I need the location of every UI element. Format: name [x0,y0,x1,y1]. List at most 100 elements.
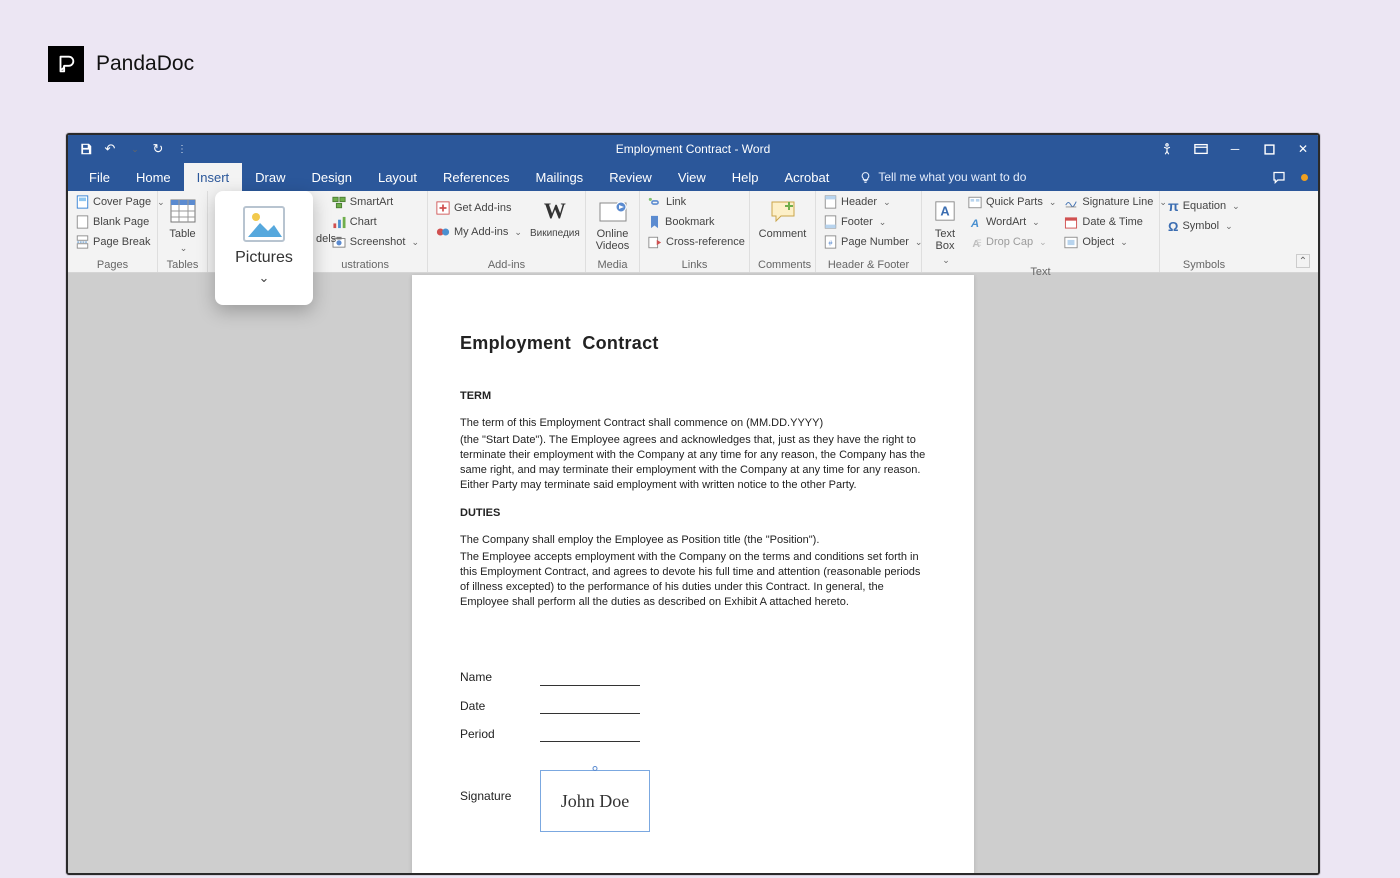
signature-value: John Doe [561,789,630,813]
equation-button[interactable]: π Equation [1168,197,1240,215]
term-line: The term of this Employment Contract sha… [460,416,926,431]
minimize-button[interactable]: ─ [1226,140,1244,158]
ribbon-group-headerfooter: Header Footer # Page Number Header & Foo… [816,191,922,272]
undo-menu-icon[interactable] [126,141,142,157]
ribbon-tabs: File Home Insert Draw Design Layout Refe… [68,163,1318,191]
bookmark-button[interactable]: Bookmark [648,213,745,231]
link-button[interactable]: Link [648,193,745,211]
tab-view[interactable]: View [665,163,719,191]
ribbon-group-links: Link Bookmark Cross-reference Links [640,191,750,272]
tab-file[interactable]: File [76,163,123,191]
lightbulb-icon [858,170,872,184]
ribbon-display-icon[interactable] [1192,140,1210,158]
pictures-dropdown[interactable]: Pictures ⌄ [215,191,313,305]
blank-page-button[interactable]: Blank Page [76,213,165,231]
tab-design[interactable]: Design [299,163,365,191]
selection-handle-icon[interactable] [593,766,598,771]
brand-name: PandaDoc [96,52,194,76]
wordart-button[interactable]: A WordArt [968,213,1056,231]
field-period-line[interactable] [540,728,640,742]
omega-icon: Ω [1168,219,1178,234]
save-icon[interactable] [78,141,94,157]
page-number-button[interactable]: # Page Number [824,233,922,251]
symbol-button[interactable]: Ω Symbol [1168,217,1240,235]
wikipedia-button[interactable]: W Википедия [530,193,580,239]
ribbon-group-tables: Table Tables [158,191,208,272]
table-icon [168,197,198,225]
ribbon-group-pages: Cover Page Blank Page Page Break Pages [68,191,158,272]
tab-mailings[interactable]: Mailings [523,163,597,191]
field-name-row: Name [460,669,926,685]
get-addins-button[interactable]: Get Add-ins [436,199,522,217]
tab-draw[interactable]: Draw [242,163,298,191]
ribbon-group-addins: Get Add-ins My Add-ins W Википедия Add-i… [428,191,586,272]
tab-help[interactable]: Help [719,163,772,191]
close-button[interactable]: ✕ [1294,140,1312,158]
tab-acrobat[interactable]: Acrobat [772,163,843,191]
table-button[interactable]: Table [168,193,198,254]
date-time-button[interactable]: Date & Time [1064,213,1167,231]
footer-button[interactable]: Footer [824,213,922,231]
svg-text:#: # [829,241,833,248]
notification-dot-icon[interactable] [1301,174,1308,181]
signature-line-button[interactable]: Signature Line [1064,193,1167,211]
video-icon [598,197,628,225]
collapse-ribbon-button[interactable]: ⌃ [1296,254,1310,268]
maximize-button[interactable] [1260,140,1278,158]
field-period-row: Period [460,726,926,742]
section-duties-heading: DUTIES [460,506,926,521]
svg-text:A: A [940,204,949,219]
signature-image-box[interactable]: John Doe [540,770,650,832]
field-date-row: Date [460,698,926,714]
field-date-label: Date [460,698,520,714]
smartart-button[interactable]: SmartArt [332,193,419,211]
picture-icon [242,205,286,243]
document-canvas[interactable]: Employment Contract TERM The term of thi… [68,273,1318,873]
field-signature-row: Signature John Doe [460,770,926,832]
ribbon-group-media: Online Videos Media [586,191,640,272]
window-title: Employment Contract - Word [616,142,771,156]
form-fields: Name Date Period Signature John Doe [460,669,926,832]
crossref-button[interactable]: Cross-reference [648,233,745,251]
object-button[interactable]: Object [1064,233,1167,251]
pictures-label: Pictures [235,249,293,267]
tab-insert[interactable]: Insert [184,163,243,191]
field-date-line[interactable] [540,700,640,714]
accessibility-icon[interactable] [1158,140,1176,158]
header-button[interactable]: Header [824,193,922,211]
undo-icon[interactable]: ↶ [102,141,118,157]
brand-logo: PandaDoc [48,46,194,82]
window-controls: ─ ✕ [1158,140,1312,158]
section-term-heading: TERM [460,389,926,404]
comment-button[interactable]: Comment [759,193,807,240]
comment-icon [768,197,798,225]
models-fragment: dels [316,233,336,245]
chart-button[interactable]: Chart [332,213,419,231]
ribbon-group-text: A Text Box Quick Parts A WordArt A [922,191,1160,272]
word-app-window: ↶ ↻ ⋮ Employment Contract - Word ─ ✕ Fil… [66,133,1320,875]
tab-layout[interactable]: Layout [365,163,430,191]
screenshot-button[interactable]: Screenshot [332,233,419,251]
field-name-label: Name [460,669,520,685]
comments-icon[interactable] [1271,170,1287,185]
tab-review[interactable]: Review [596,163,665,191]
tab-references[interactable]: References [430,163,522,191]
redo-icon[interactable]: ↻ [150,141,166,157]
tell-me-search[interactable]: Tell me what you want to do [858,170,1026,184]
text-box-button[interactable]: A Text Box [930,193,960,266]
qat-customize-icon[interactable]: ⋮ [174,141,190,157]
field-name-line[interactable] [540,672,640,686]
tell-me-label: Tell me what you want to do [878,170,1026,184]
drop-cap-button[interactable]: A Drop Cap [968,233,1056,251]
pi-icon: π [1168,198,1179,214]
cover-page-button[interactable]: Cover Page [76,193,165,211]
doc-title: Employment Contract [460,331,926,355]
page-break-button[interactable]: Page Break [76,233,165,251]
field-period-label: Period [460,726,520,742]
quick-parts-button[interactable]: Quick Parts [968,193,1056,211]
ribbon-group-comments: Comment Comments [750,191,816,272]
online-videos-button[interactable]: Online Videos [596,193,629,252]
my-addins-button[interactable]: My Add-ins [436,223,522,241]
wikipedia-icon: W [540,197,570,225]
tab-home[interactable]: Home [123,163,184,191]
